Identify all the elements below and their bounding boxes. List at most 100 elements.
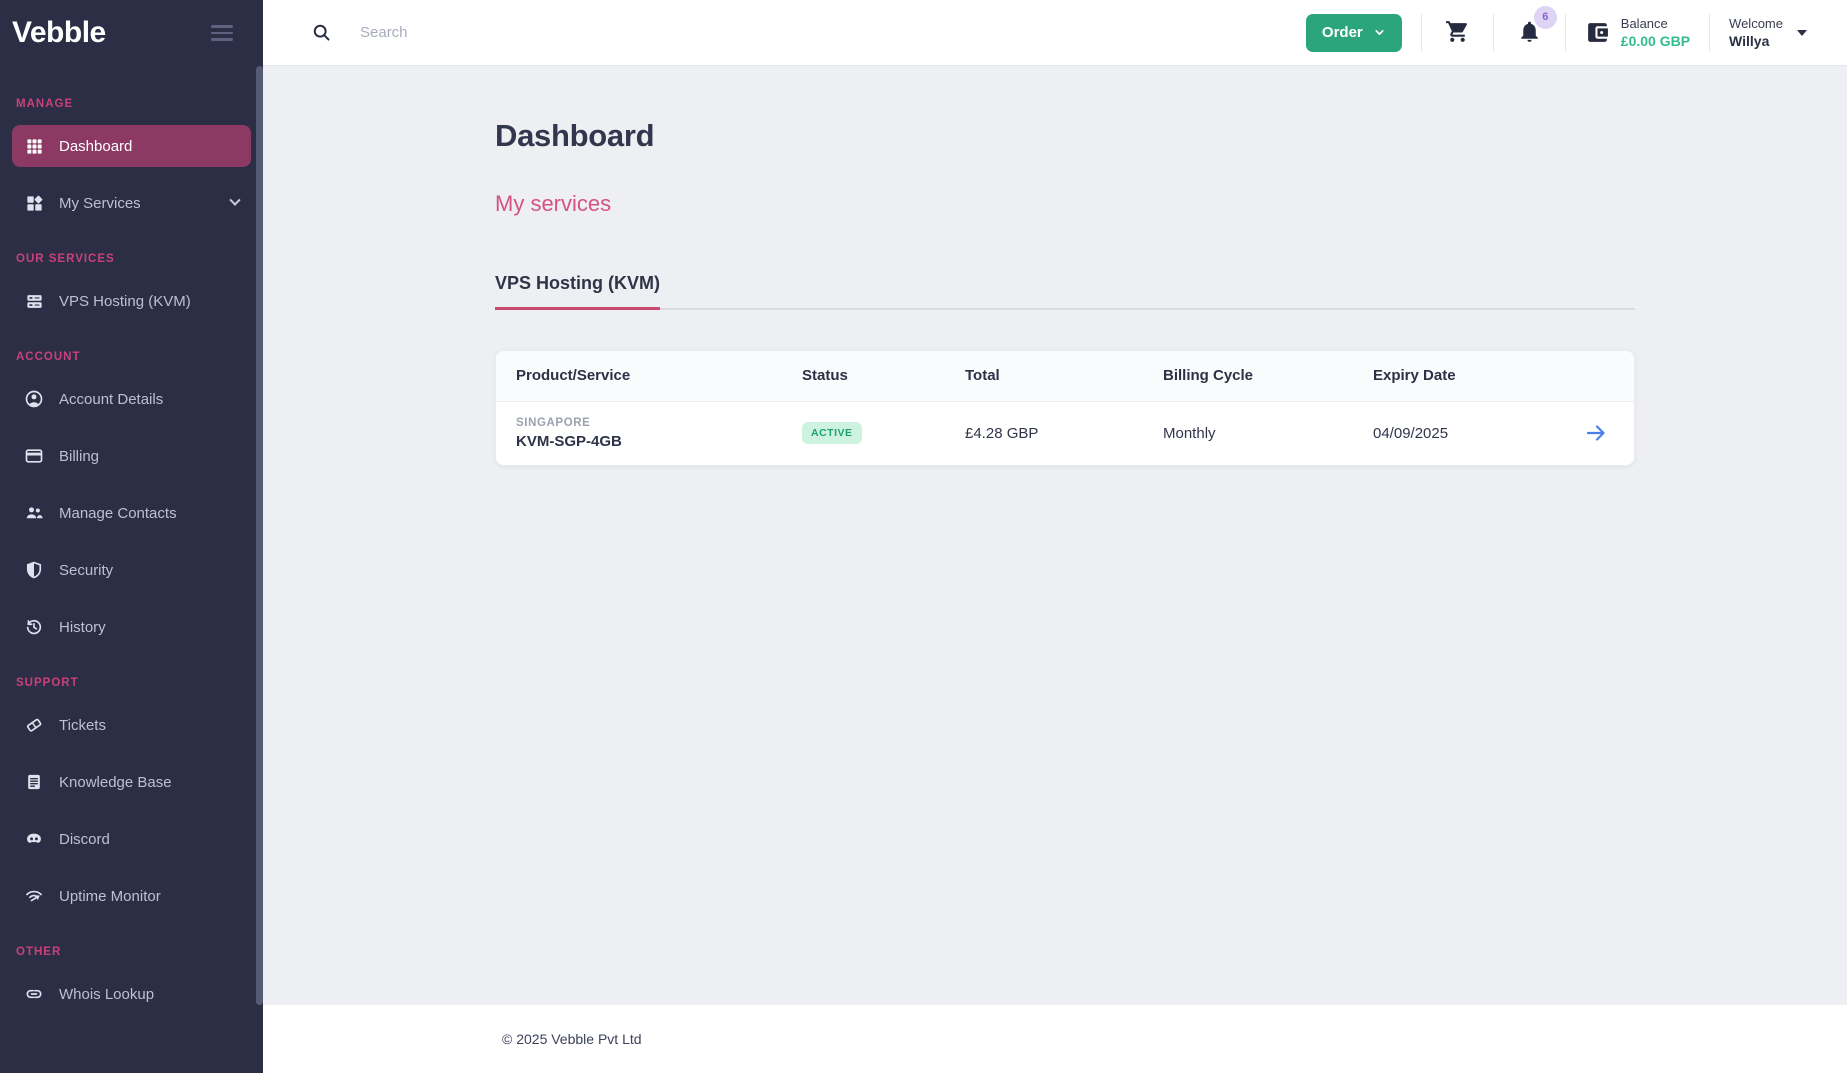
table-row[interactable]: SINGAPORE KVM-SGP-4GB ACTIVE £4.28 GBP M… [496,402,1634,465]
sidebar-item-label: Manage Contacts [59,505,177,522]
nav-section-label: MANAGE [16,98,247,112]
sidebar-item-label: Account Details [59,391,163,408]
sidebar-item-account-details[interactable]: Account Details [12,378,251,420]
sidebar: Vebble MANAGE Dashboard My Service [0,0,263,1073]
column-header-status: Status [802,367,965,384]
chevron-down-icon [229,195,240,206]
user-menu[interactable]: Welcome Willya [1729,16,1807,49]
sidebar-item-whois-lookup[interactable]: Whois Lookup [12,973,251,1015]
notification-badge: 6 [1534,6,1557,29]
sidebar-item-billing[interactable]: Billing [12,435,251,477]
search-icon [311,22,332,43]
sidebar-item-label: Security [59,562,113,579]
people-icon [24,503,44,523]
sidebar-item-security[interactable]: Security [12,549,251,591]
sidebar-item-history[interactable]: History [12,606,251,648]
nav-section-label: OUR SERVICES [16,253,247,267]
nav-section-manage: MANAGE Dashboard My Services [12,98,251,224]
section-title: My services [495,191,1635,217]
sidebar-item-label: History [59,619,106,636]
sidebar-item-dashboard[interactable]: Dashboard [12,125,251,167]
cart-button[interactable] [1441,15,1474,51]
notifications-button[interactable]: 6 [1513,15,1546,51]
column-header-billing-cycle: Billing Cycle [1163,367,1373,384]
balance-value: £0.00 GBP [1621,33,1690,49]
page-footer: © 2025 Vebble Pvt Ltd [263,1005,1847,1073]
nav-section-account: ACCOUNT Account Details Billing [12,351,251,648]
sidebar-item-discord[interactable]: Discord [12,818,251,860]
service-location: SINGAPORE [516,417,802,429]
search-input[interactable] [360,24,1306,41]
chevron-down-icon [1373,26,1386,39]
sidebar-item-knowledge-base[interactable]: Knowledge Base [12,761,251,803]
order-button[interactable]: Order [1306,14,1402,52]
column-header-expiry-date: Expiry Date [1373,367,1568,384]
divider [1421,14,1422,52]
service-total: £4.28 GBP [965,425,1163,442]
services-table: Product/Service Status Total Billing Cyc… [495,350,1635,466]
brand-logo[interactable]: Vebble [12,16,106,50]
order-button-label: Order [1322,24,1363,41]
sidebar-item-label: VPS Hosting (KVM) [59,293,191,310]
nav-section-our-services: OUR SERVICES VPS Hosting (KVM) [12,253,251,322]
caret-down-icon [1797,30,1807,36]
column-header-product-service: Product/Service [516,367,802,384]
sidebar-item-manage-contacts[interactable]: Manage Contacts [12,492,251,534]
grid-icon [24,136,44,156]
sidebar-item-tickets[interactable]: Tickets [12,704,251,746]
nav-section-label: ACCOUNT [16,351,247,365]
discord-icon [24,829,44,849]
sidebar-item-uptime-monitor[interactable]: Uptime Monitor [12,875,251,917]
sidebar-item-label: Tickets [59,717,106,734]
sidebar-item-label: My Services [59,195,141,212]
sidebar-item-label: Knowledge Base [59,774,172,791]
sidebar-item-vps-hosting[interactable]: VPS Hosting (KVM) [12,280,251,322]
app-window: Vebble MANAGE Dashboard My Service [0,0,1847,1073]
balance-widget[interactable]: Balance £0.00 GBP [1585,16,1690,49]
column-header-total: Total [965,367,1163,384]
welcome-label: Welcome [1729,16,1783,31]
nav-section-support: SUPPORT Tickets Knowledge Base [12,677,251,917]
topbar-actions: Order 6 [1306,14,1807,52]
service-expiry-date: 04/09/2025 [1373,425,1568,442]
sidebar-item-label: Uptime Monitor [59,888,161,905]
menu-toggle-button[interactable] [207,21,237,45]
divider [1709,14,1710,52]
main-area: Order 6 [263,0,1847,1073]
wallet-icon [1585,20,1610,45]
service-billing-cycle: Monthly [1163,425,1373,442]
divider [1493,14,1494,52]
document-icon [24,772,44,792]
tab-vps-hosting-kvm[interactable]: VPS Hosting (KVM) [495,273,660,310]
nav-section-label: SUPPORT [16,677,247,691]
balance-label: Balance [1621,16,1690,31]
sidebar-header: Vebble [0,0,263,66]
credit-card-icon [24,446,44,466]
sidebar-item-label: Dashboard [59,138,132,155]
status-badge: ACTIVE [802,422,862,444]
shield-icon [24,560,44,580]
sidebar-item-label: Whois Lookup [59,986,154,1003]
sidebar-item-my-services[interactable]: My Services [12,182,251,224]
uptime-icon [24,886,44,906]
history-icon [24,617,44,637]
sidebar-scrollbar[interactable] [256,66,263,1005]
service-name: KVM-SGP-4GB [516,433,802,450]
service-tabs: VPS Hosting (KVM) [495,273,1635,310]
username: Willya [1729,33,1783,49]
row-arrow-icon[interactable] [1584,421,1608,445]
cart-icon [1445,19,1470,47]
ticket-icon [24,715,44,735]
divider [1565,14,1566,52]
sidebar-item-label: Billing [59,448,99,465]
table-header-row: Product/Service Status Total Billing Cyc… [496,351,1634,402]
page-content: Dashboard My services VPS Hosting (KVM) … [263,66,1847,1005]
hamburger-icon [211,25,233,28]
user-circle-icon [24,389,44,409]
sidebar-nav: MANAGE Dashboard My Services OUR SERVICE [0,66,263,1015]
page-title: Dashboard [495,118,1635,154]
nav-section-other: OTHER Whois Lookup [12,946,251,1015]
server-icon [24,291,44,311]
topbar: Order 6 [263,0,1847,66]
sidebar-item-label: Discord [59,831,110,848]
